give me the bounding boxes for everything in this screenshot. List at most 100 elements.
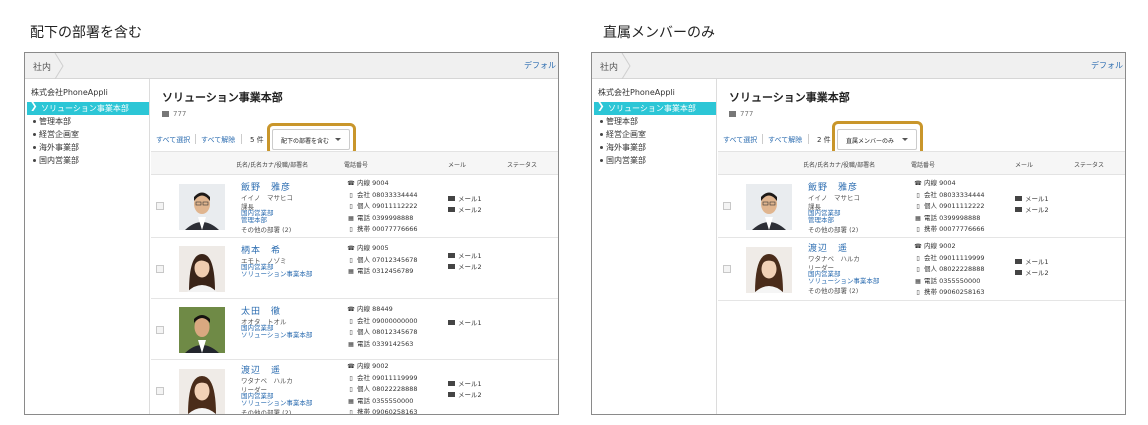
breadcrumb[interactable]: 社内 — [33, 60, 51, 73]
phone-label: 携帯 — [924, 225, 937, 233]
mail-link[interactable]: メール2 — [448, 205, 482, 216]
mail-label: メール1 — [1025, 195, 1049, 203]
phone-line[interactable]: ▯ 携帯 00077776666 — [914, 224, 984, 236]
header-mail: メール — [1015, 162, 1034, 169]
sidebar-item-overseas[interactable]: 海外事業部 — [25, 141, 149, 154]
phone-number: 08033334444 — [372, 190, 418, 199]
deselect-all-link[interactable]: すべて解除 — [201, 135, 235, 145]
sidebar-item-admin[interactable]: 管理本部 — [592, 115, 716, 128]
phone-line[interactable]: ▦ 電話 0355550000 — [347, 396, 418, 408]
default-link[interactable]: デフォルト — [524, 60, 558, 71]
table-row[interactable]: 渡辺 遥 ワタナベ ハルカ リーダー 国内営業部 ソリューション事業本部 その他… — [718, 239, 1125, 301]
mail-link[interactable]: メール1 — [448, 251, 482, 262]
phone-line[interactable]: ▯ 個人 08012345678 — [347, 327, 417, 339]
phone-line[interactable]: ☎ 内線 9004 — [347, 178, 418, 190]
default-link[interactable]: デフォルト — [1091, 60, 1125, 71]
select-all-link[interactable]: すべて選択 — [723, 135, 757, 145]
mail-link[interactable]: メール2 — [448, 390, 482, 401]
mail-link[interactable]: メール2 — [1015, 205, 1049, 216]
phone-line[interactable]: ☎ 内線 9002 — [914, 241, 985, 253]
dept-link[interactable]: ソリューション事業本部 — [808, 278, 879, 285]
org-name[interactable]: 株式会社PhoneAppli — [25, 87, 149, 98]
phone-line[interactable]: ▯ 個人 08022228888 — [347, 384, 418, 396]
table-header: 氏名/氏名カナ/役職/部署名 電話番号 メール ステータス — [151, 151, 558, 175]
mail-link[interactable]: メール2 — [448, 262, 482, 273]
table-row[interactable]: 渡辺 遥 ワタナベ ハルカ リーダー 国内営業部 ソリューション事業本部 その他… — [151, 361, 558, 414]
phone-line[interactable]: ▯ 携帯 09060258163 — [914, 287, 984, 299]
sidebar-item-domestic[interactable]: 国内営業部 — [592, 154, 716, 167]
table-row[interactable]: 飯野 雅彦 イイノ マサヒコ 課長 国内営業部 管理本部 その他の部署 (2) … — [718, 176, 1125, 238]
mail-label: メール2 — [458, 206, 482, 214]
sidebar-item-solution[interactable]: ❯ ソリューション事業本部 — [27, 102, 149, 115]
mobile-icon: ▯ — [916, 203, 920, 210]
phone-line[interactable]: ☎ 内線 9002 — [347, 361, 418, 373]
mail-label: メール2 — [458, 263, 482, 271]
phone-line[interactable]: ▯ 個人 07012345678 — [347, 255, 417, 267]
phone-line[interactable]: ☎ 内線 88449 — [347, 304, 418, 316]
phone-line[interactable]: ▯ 携帯 00077776666 — [347, 224, 417, 236]
header-phone: 電話番号 — [911, 162, 936, 169]
mail-link[interactable]: メール1 — [448, 194, 482, 205]
mail-link[interactable]: メール1 — [1015, 257, 1049, 268]
other-depts[interactable]: その他の部署 (2) — [808, 285, 858, 295]
table-row[interactable]: 飯野 雅彦 イイノ マサヒコ 課長 国内営業部 管理本部 その他の部署 (2) … — [151, 176, 558, 238]
phone-line[interactable]: ▯ 会社 08033334444 — [347, 190, 418, 202]
screenshot-right: 社内 デフォルト 株式会社PhoneAppli ❯ソリューション事業本部 管理本… — [591, 52, 1126, 415]
table-row[interactable]: 柄本 希 エモト ノゾミ 国内営業部 ソリューション事業本部 ☎ 内線 9005 … — [151, 239, 558, 299]
deselect-all-link[interactable]: すべて解除 — [768, 135, 802, 145]
phone-line[interactable]: ▯ 会社 09011119999 — [347, 373, 417, 385]
mail-label: メール1 — [1025, 258, 1049, 266]
sidebar-item-planning[interactable]: 経営企画室 — [592, 128, 716, 141]
sidebar-item-solution[interactable]: ❯ ソリューション事業本部 — [594, 102, 716, 115]
phone-line[interactable]: ▦ 電話 0312456789 — [347, 266, 418, 278]
mail-link[interactable]: メール1 — [448, 379, 482, 390]
phone-line[interactable]: ▯ 個人 08022228888 — [914, 264, 984, 276]
phone-line[interactable]: ▯ 会社 09000000000 — [347, 316, 417, 328]
table-row[interactable]: 太田 徹 オオタ トオル 国内営業部 ソリューション事業本部 ☎ 内線 88449… — [151, 300, 558, 360]
phone-number: 0399998888 — [939, 213, 981, 222]
phone-line[interactable]: ▯ 携帯 09060258163 — [347, 407, 417, 414]
phone-line[interactable]: ▦ 電話 0399998888 — [347, 213, 418, 225]
phone-line[interactable]: ▦ 電話 0399998888 — [914, 213, 985, 225]
phone-line[interactable]: ▯ 会社 08033334444 — [914, 190, 984, 202]
sidebar-item-admin[interactable]: 管理本部 — [25, 115, 149, 128]
dept-link[interactable]: ソリューション事業本部 — [241, 400, 312, 407]
woman-photo-icon — [179, 369, 225, 414]
phone-label: 電話 — [924, 276, 937, 285]
sidebar-item-domestic[interactable]: 国内営業部 — [25, 154, 149, 167]
phone-line[interactable]: ☎ 内線 9004 — [914, 178, 985, 190]
breadcrumb[interactable]: 社内 — [600, 60, 618, 73]
avatar — [179, 369, 225, 414]
phone-line[interactable]: ▦ 電話 0339142563 — [347, 339, 418, 351]
row-checkbox[interactable] — [156, 202, 164, 210]
row-checkbox[interactable] — [723, 202, 731, 210]
select-all-link[interactable]: すべて選択 — [156, 135, 190, 145]
row-checkbox[interactable] — [723, 265, 731, 273]
dept-count-value: 777 — [740, 110, 754, 118]
other-depts[interactable]: その他の部署 (2) — [241, 224, 291, 234]
dept-link[interactable]: 管理本部 — [808, 217, 834, 224]
phone-line[interactable]: ▦ 電話 0355550000 — [914, 276, 985, 288]
dept-link[interactable]: ソリューション事業本部 — [241, 271, 312, 278]
phone-number: 0312456789 — [372, 267, 414, 275]
row-checkbox[interactable] — [156, 265, 164, 273]
phone-line[interactable]: ☎ 内線 9005 — [347, 243, 418, 255]
mail-link[interactable]: メール1 — [448, 318, 482, 329]
other-depts[interactable]: その他の部署 (2) — [808, 224, 858, 234]
phone-line[interactable]: ▯ 個人 09011112222 — [914, 201, 984, 213]
row-checkbox[interactable] — [156, 387, 164, 395]
org-name[interactable]: 株式会社PhoneAppli — [592, 87, 716, 98]
sidebar-item-overseas[interactable]: 海外事業部 — [592, 141, 716, 154]
row-checkbox[interactable] — [156, 326, 164, 334]
phone-line[interactable]: ▯ 個人 09011112222 — [347, 201, 417, 213]
dept-link[interactable]: 管理本部 — [241, 217, 267, 224]
phone-number: 08022228888 — [372, 385, 418, 393]
other-depts[interactable]: その他の部署 (2) — [241, 407, 291, 414]
mail-link[interactable]: メール1 — [1015, 194, 1049, 205]
mail-icon — [448, 206, 455, 212]
mail-link[interactable]: メール2 — [1015, 268, 1049, 279]
phone-line[interactable]: ▯ 会社 09011119999 — [914, 253, 984, 265]
sidebar-item-planning[interactable]: 経営企画室 — [25, 128, 149, 141]
dept-link[interactable]: ソリューション事業本部 — [241, 332, 312, 339]
phone-label: 内線 — [357, 362, 370, 370]
